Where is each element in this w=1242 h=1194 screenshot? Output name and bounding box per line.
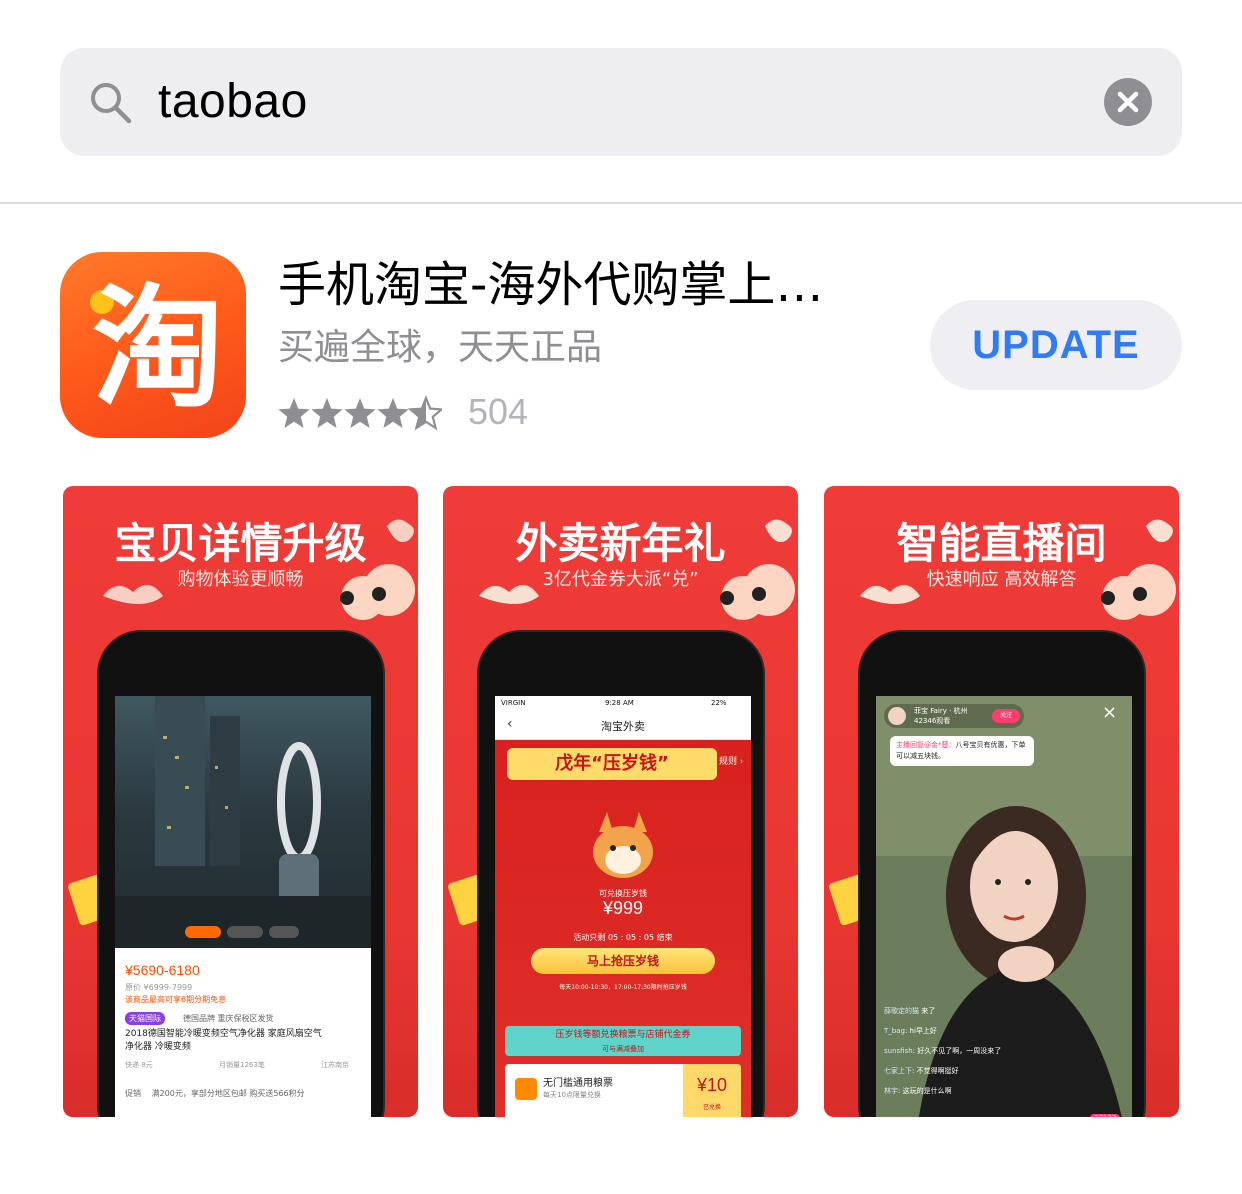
phone-screen: VIRGIN 9:28 AM 22% ‹ 淘宝外卖 戊年“压岁钱” 规则 › 可… (495, 696, 751, 1117)
update-button[interactable]: UPDATE (930, 300, 1182, 390)
screenshot-3[interactable]: 智能直播间 快速响应 高效解答 菲宝 Fairy · 杭州 42346观看 关注… (824, 486, 1179, 1117)
star-full-icon (278, 398, 310, 428)
close-icon[interactable]: × (1102, 702, 1117, 723)
screenshot-headline: 外卖新年礼 (515, 519, 726, 568)
screenshot-2[interactable]: 外卖新年礼 3亿代金券大派“兑” VIRGIN 9:28 AM 22% ‹ 淘宝… (443, 486, 798, 1117)
screenshot-headline: 智能直播间 (896, 519, 1107, 568)
star-half-icon (409, 396, 442, 430)
app-icon[interactable]: 淘 (60, 252, 246, 438)
screenshot-headline: 宝贝详情升级 (114, 519, 367, 568)
phone-screen: 菲宝 Fairy · 杭州 42346观看 关注 × 主播回复@金*楚：八号宝贝… (876, 696, 1132, 1117)
monthly-sales: 月销量1263笔 (219, 1061, 265, 1069)
daily-times: 每天10:00-10:30，17:00-17:30限时抢压岁钱 (559, 984, 687, 991)
chat-message: 七家上下: 不觉得啊挺好 (884, 1067, 959, 1075)
product-image-icon (115, 696, 371, 948)
host-name: 菲宝 Fairy · 杭州 (914, 707, 968, 715)
coupon-strip-note: 可与满减叠加 (602, 1045, 644, 1053)
lucky-money-banner: 戊年“压岁钱” (507, 748, 717, 780)
follow-button[interactable]: 关注 (992, 709, 1020, 723)
chat-message: 林宇: 这玩的是什么啊 (884, 1087, 952, 1095)
coupon-strip-title: 压岁钱等额兑换粮票与店铺代金券 (555, 1030, 691, 1040)
clear-search-icon[interactable] (1104, 78, 1152, 126)
rating-stars (278, 396, 442, 430)
ticket-subtitle: 每天10点限量兑换 (543, 1091, 601, 1099)
screenshot-1[interactable]: 宝贝详情升级 购物体验更顺畅 ¥5690-6180 原价 ¥6999-7999 … (63, 486, 418, 1117)
shiba-dog-icon (593, 812, 653, 878)
logo-glyph: 淘 (92, 272, 224, 426)
phone-screen: ¥5690-6180 原价 ¥6999-7999 该商品最高可享6期分期免息 天… (115, 696, 371, 1117)
rating-count: 504 (468, 391, 529, 432)
promo-text: 满200元，享部分地区包邮 购买送566积分 (151, 1089, 305, 1098)
app-subtitle: 买遍全球，天天正品 (278, 327, 603, 368)
search-input[interactable]: taobao (158, 70, 308, 134)
shipping-fee: 快递 8元 (125, 1061, 153, 1069)
screenshot-caption: 3亿代金券大派“兑” (542, 569, 699, 590)
star-full-icon (311, 398, 343, 428)
coupon-strip: 压岁钱等额兑换粮票与店铺代金券 可与满减叠加 (505, 1026, 741, 1056)
product-original-price: 原价 ¥6999-7999 (125, 983, 193, 992)
phone-frame: VIRGIN 9:28 AM 22% ‹ 淘宝外卖 戊年“压岁钱” 规则 › 可… (477, 630, 765, 1117)
host-avatar (888, 707, 906, 725)
chat-message: sunsfish: 好久不见了啊，一周没来了 (884, 1047, 1002, 1055)
product-price: ¥5690-6180 (125, 962, 200, 978)
product-name: 2018德国智能冷暖变频空气净化器 家庭风扇空气净化器 冷暖变频 (125, 1029, 322, 1052)
taobao-logo-icon: 淘 (90, 272, 224, 426)
phone-frame: 菲宝 Fairy · 杭州 42346观看 关注 × 主播回复@金*楚：八号宝贝… (858, 630, 1146, 1117)
grab-lucky-money-button[interactable]: 马上抢压岁钱 (531, 948, 715, 974)
host-info[interactable]: 菲宝 Fairy · 杭州 42346观看 关注 (884, 704, 1024, 728)
screenshot-caption: 快速响应 高效解答 (926, 569, 1077, 590)
screenshot-caption: 购物体验更顺畅 (177, 569, 304, 590)
host-reply-bubble: 主播回复@金*楚：八号宝贝有优惠，下单可以减五块钱。 (890, 736, 1034, 766)
chat-message: T_bag: hi早上好 (884, 1027, 937, 1035)
status-bar: VIRGIN 9:28 AM 22% (495, 696, 751, 710)
installment-info: 该商品最高可享6期分期免息 (125, 995, 227, 1004)
scooter-icon (515, 1078, 537, 1100)
promo-label: 促销 (125, 1089, 141, 1098)
divider (0, 202, 1242, 204)
ticket-name: 无门槛通用粮票 (543, 1078, 613, 1089)
ship-location: 江苏南京 (321, 1061, 349, 1069)
countdown-timer: 活动只剩 05 : 05 : 05 结束 (573, 933, 673, 942)
carrier: VIRGIN (501, 699, 526, 707)
origin-info: 德国品牌 重庆保税区发货 (183, 1014, 274, 1023)
reply-tag: 主播回复@金*楚： (896, 741, 956, 749)
nav-bar: ‹ 淘宝外卖 (495, 710, 751, 740)
promo-line: 促销 满200元，享部分地区包邮 购买送566积分 (125, 1088, 365, 1100)
chat-message: 薛歌定的猫 来了 (884, 1007, 936, 1015)
host-views: 42346观看 (914, 717, 951, 725)
battery-level: 22% (711, 699, 727, 707)
exchange-value: ¥999 (602, 898, 644, 918)
clock: 9:28 AM (605, 699, 634, 707)
coupon-ticket[interactable]: 无门槛通用粮票 每天10点限量兑换 ¥10 已兑换 (505, 1064, 741, 1117)
star-full-icon (377, 398, 409, 428)
tmall-tag: 天猫国际 (125, 1012, 165, 1025)
nav-title: 淘宝外卖 (601, 720, 645, 733)
star-full-icon (344, 398, 376, 428)
search-icon (91, 83, 132, 124)
phone-frame: ¥5690-6180 原价 ¥6999-7999 该商品最高可享6期分期免息 天… (97, 630, 385, 1117)
promo-panel (495, 740, 751, 1117)
app-title[interactable]: 手机淘宝-海外代购掌上… (278, 254, 898, 316)
ticket-status: 已兑换 (702, 1104, 721, 1111)
rules-link[interactable]: 规则 › (719, 754, 743, 767)
like-count: 23123 (1090, 1114, 1121, 1117)
